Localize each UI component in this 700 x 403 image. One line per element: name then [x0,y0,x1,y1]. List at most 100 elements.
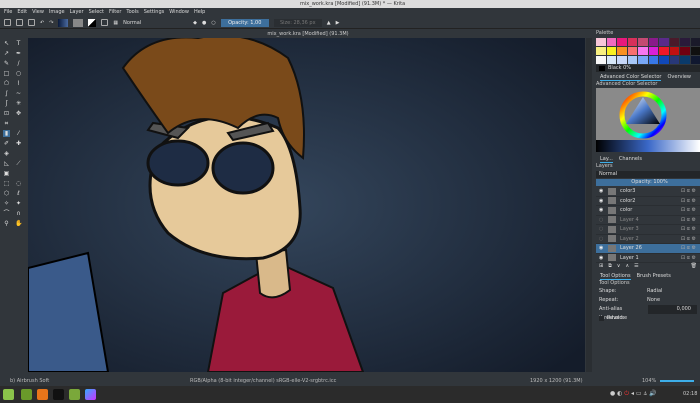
palette-swatch[interactable] [648,47,658,55]
assistant-tool-icon[interactable]: ◺ [3,160,10,167]
layer-lock-icons[interactable]: ⊡ α ⚙ [681,198,696,204]
palette-swatch[interactable] [627,47,637,55]
tab-tool-options[interactable]: Tool Options [600,272,631,280]
line-tool-icon[interactable]: / [15,60,22,67]
palette-swatch[interactable] [659,56,669,64]
transform-tool-icon[interactable]: ⊡ [3,110,10,117]
menu-view[interactable]: View [32,8,44,17]
layer-row[interactable]: ◉ color2 ⊡ α ⚙ [596,197,700,206]
palette-swatch[interactable] [690,56,700,64]
document-tab[interactable]: mix_work.kra [Modified] (91.3M) [28,30,588,38]
palette-swatch[interactable] [596,38,606,46]
eraser-icon[interactable]: ◆ [193,20,197,26]
vertical-scrollbar[interactable] [586,38,592,372]
mirror-horizontal-icon[interactable]: ▲ [327,20,331,26]
layer-lock-icons[interactable]: ⊡ α ⚙ [681,188,696,194]
save-icon[interactable] [28,19,35,26]
delete-layer-icon[interactable]: 🗑 [691,263,697,272]
show-desktop-icon[interactable] [21,389,32,400]
duplicate-layer-icon[interactable]: ⧉ [608,263,612,272]
palette-swatch[interactable] [617,56,627,64]
layer-row[interactable]: ◉ color ⊡ α ⚙ [596,206,700,216]
similar-select-icon[interactable]: ✦ [15,200,22,207]
palette-swatch[interactable] [627,56,637,64]
freehand-select-icon[interactable]: ℓ [15,190,22,197]
layer-opacity[interactable]: Opacity: 100% [596,179,700,186]
clock[interactable]: 02:18 [683,391,697,397]
palette-swatch[interactable] [680,56,690,64]
files-icon[interactable] [69,389,80,400]
gradient-selector[interactable] [58,18,69,27]
menu-icon[interactable] [3,389,14,400]
color-sliders[interactable] [596,140,700,152]
bezier-tool-icon[interactable]: ∫ [3,90,10,97]
contiguous-select-icon[interactable]: ✧ [3,200,10,207]
menu-edit[interactable]: Edit [17,8,27,17]
polygon-tool-icon[interactable]: ⬠ [3,80,10,87]
menu-filter[interactable]: Filter [109,8,121,17]
text-tool-icon[interactable]: T [15,40,22,47]
menu-settings[interactable]: Settings [144,8,165,17]
measure-tool-icon[interactable]: ⟋ [15,160,22,167]
layer-row[interactable]: ◉ Layer 26 ⊡ α ⚙ [596,244,700,254]
palette-swatch[interactable] [638,38,648,46]
tab-layers[interactable]: Lay... [600,155,613,163]
layer-lock-icons[interactable]: ⊡ α ⚙ [681,226,696,232]
freehand-path-icon[interactable]: ~ [15,90,22,97]
reload-icon[interactable]: ○ [211,20,215,26]
layer-lock-icons[interactable]: ⊡ α ⚙ [681,207,696,213]
palette-swatch[interactable] [669,56,679,64]
palette-swatch[interactable] [680,38,690,46]
fill-tool-icon[interactable]: ◈ [3,150,10,157]
palette-swatch[interactable] [606,56,616,64]
palette-swatch[interactable] [680,47,690,55]
layer-blend-mode[interactable]: Normal [596,171,700,178]
layer-row[interactable]: ◉ color3 ⊡ α ⚙ [596,187,700,197]
eye-closed-icon[interactable]: ○ [599,236,604,242]
palette-swatch[interactable] [659,47,669,55]
eye-closed-icon[interactable]: ○ [599,226,604,232]
blend-mode-select[interactable]: Normal [123,20,188,26]
menu-window[interactable]: Window [169,8,189,17]
move-down-icon[interactable]: ∨ [617,263,621,272]
rect-select-icon[interactable]: ⬚ [3,180,10,187]
mirror-vertical-icon[interactable]: ▶ [336,20,340,26]
zoom-slider[interactable] [660,380,694,382]
tray-icons[interactable]: ● ◐ ⏻ ◂ ▭ ⏃ 🔊 [610,390,656,398]
canvas[interactable] [28,38,585,372]
preserve-alpha-icon[interactable]: ● [202,20,206,26]
pan-tool-icon[interactable]: ✋ [15,220,22,227]
layer-lock-icons[interactable]: ⊡ α ⚙ [681,245,696,251]
palette-swatch[interactable] [669,38,679,46]
brush-preset-icon[interactable] [101,19,109,26]
menu-image[interactable]: Image [49,8,65,17]
crop-tool-icon[interactable]: ⌗ [3,120,10,127]
palette-swatch[interactable] [669,47,679,55]
gradient-tool-icon[interactable]: ▮ [3,130,10,137]
brush-name[interactable]: b) Airbrush Soft [10,376,49,386]
palette-swatch[interactable] [648,56,658,64]
brush-tool-icon[interactable]: ✎ [3,60,10,67]
eye-icon[interactable]: ◉ [599,207,604,213]
fg-bg-color-icon[interactable] [88,18,97,27]
eye-icon[interactable]: ◉ [599,245,604,251]
power-icon[interactable]: ⏻ [624,390,629,397]
menu-tools[interactable]: Tools [126,8,138,17]
palette-swatch[interactable] [638,56,648,64]
color-picker-icon[interactable]: ⁄ [15,130,22,137]
polyline-tool-icon[interactable]: ⌇ [15,80,22,87]
ellipse-tool-icon[interactable]: ○ [15,70,22,77]
layer-row[interactable]: ○ Layer 2 ⊡ α ⚙ [596,235,700,244]
palette-swatch[interactable] [638,47,648,55]
color-wheel-area[interactable] [596,88,700,140]
repeat-select[interactable]: None [647,296,697,305]
layer-lock-icons[interactable]: ⊡ α ⚙ [681,236,696,242]
eye-icon[interactable]: ◉ [599,198,604,204]
size-slider[interactable]: Size: 28,36 px [273,18,322,27]
tab-advanced-color-selector[interactable]: Advanced Color Selector [600,73,662,81]
palette-swatch[interactable] [596,47,606,55]
layer-lock-icons[interactable]: ⊡ α ⚙ [681,217,696,223]
add-layer-icon[interactable]: ⊞ [599,263,603,272]
bezier-select-icon[interactable]: ⌒ [3,210,10,217]
palette-swatch[interactable] [627,38,637,46]
